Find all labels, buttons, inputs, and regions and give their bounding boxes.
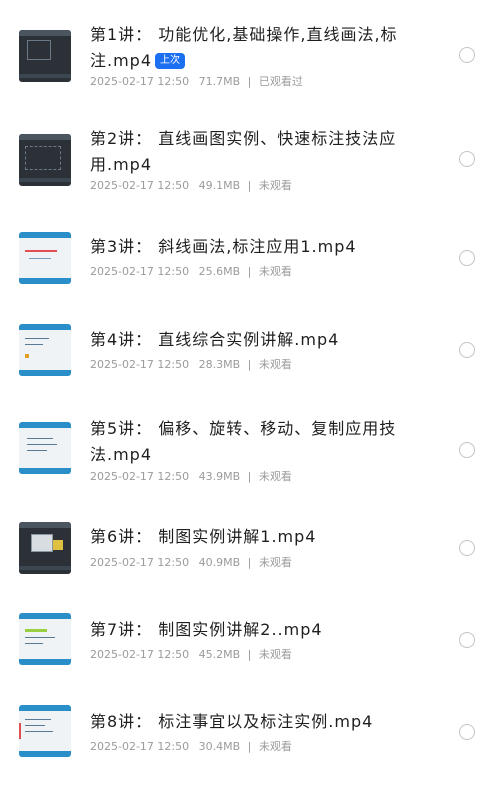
video-thumbnail[interactable] [19,134,71,186]
video-size: 25.6MB [198,265,241,278]
video-thumbnail[interactable] [19,324,71,376]
select-radio[interactable] [459,151,475,167]
watch-status: 未观看 [258,648,292,661]
watch-status: 未观看 [258,265,292,278]
video-thumbnail[interactable] [19,613,71,665]
video-meta: 2025-02-17 12:50 28.3MB | 未观看 [90,357,292,373]
video-size: 28.3MB [198,358,241,371]
video-title[interactable]: 第3讲： 斜线画法,标注应用1.mp4 [90,234,400,260]
video-date: 2025-02-17 12:50 [90,470,190,483]
video-thumbnail[interactable] [19,705,71,757]
watch-status: 未观看 [258,740,292,753]
watch-status: 未观看 [258,556,292,569]
meta-separator: | [247,740,252,753]
meta-separator: | [247,470,252,483]
video-meta: 2025-02-17 12:50 30.4MB | 未观看 [90,739,292,755]
video-size: 40.9MB [198,556,241,569]
select-radio[interactable] [459,250,475,266]
video-date: 2025-02-17 12:50 [90,265,190,278]
video-meta: 2025-02-17 12:50 25.6MB | 未观看 [90,264,292,280]
video-title-text: 第6讲： 制图实例讲解1.mp4 [90,527,317,546]
video-title-text: 第7讲： 制图实例讲解2..mp4 [90,620,323,639]
video-date: 2025-02-17 12:50 [90,740,190,753]
video-title-text: 第2讲： 直线画图实例、快速标注技法应用.mp4 [90,129,397,174]
select-radio[interactable] [459,632,475,648]
meta-separator: | [247,358,252,371]
video-size: 49.1MB [198,179,241,192]
select-radio[interactable] [459,47,475,63]
meta-separator: | [247,648,252,661]
last-watched-badge: 上次 [155,53,186,69]
meta-separator: | [247,179,252,192]
video-title[interactable]: 第8讲： 标注事宜以及标注实例.mp4 [90,709,400,735]
video-thumbnail[interactable] [19,422,71,474]
meta-separator: | [247,75,252,88]
video-title-text: 第1讲： 功能优化,基础操作,直线画法,标注.mp4 [90,25,398,70]
video-meta: 2025-02-17 12:50 71.7MB | 已观看过 [90,74,303,90]
video-size: 71.7MB [198,75,241,88]
video-thumbnail[interactable] [19,232,71,284]
video-date: 2025-02-17 12:50 [90,648,190,661]
video-thumbnail[interactable] [19,522,71,574]
video-size: 43.9MB [198,470,241,483]
select-radio[interactable] [459,540,475,556]
video-title-text: 第8讲： 标注事宜以及标注实例.mp4 [90,712,374,731]
video-title-text: 第5讲： 偏移、旋转、移动、复制应用技法.mp4 [90,419,397,464]
video-meta: 2025-02-17 12:50 43.9MB | 未观看 [90,469,292,485]
video-thumbnail[interactable] [19,30,71,82]
video-size: 45.2MB [198,648,241,661]
watch-status: 未观看 [258,179,292,192]
video-meta: 2025-02-17 12:50 45.2MB | 未观看 [90,647,292,663]
video-title[interactable]: 第6讲： 制图实例讲解1.mp4 [90,524,400,550]
watch-status: 未观看 [258,358,292,371]
video-date: 2025-02-17 12:50 [90,75,190,88]
video-title[interactable]: 第4讲： 直线综合实例讲解.mp4 [90,327,400,353]
watch-status: 已观看过 [258,75,303,88]
select-radio[interactable] [459,724,475,740]
video-title[interactable]: 第1讲： 功能优化,基础操作,直线画法,标注.mp4 上次 [90,22,400,74]
watch-status: 未观看 [258,470,292,483]
video-title-text: 第4讲： 直线综合实例讲解.mp4 [90,330,340,349]
video-date: 2025-02-17 12:50 [90,556,190,569]
video-title[interactable]: 第2讲： 直线画图实例、快速标注技法应用.mp4 [90,126,400,178]
select-radio[interactable] [459,342,475,358]
video-meta: 2025-02-17 12:50 40.9MB | 未观看 [90,555,292,571]
video-title[interactable]: 第5讲： 偏移、旋转、移动、复制应用技法.mp4 [90,416,400,468]
video-meta: 2025-02-17 12:50 49.1MB | 未观看 [90,178,292,194]
video-date: 2025-02-17 12:50 [90,179,190,192]
video-size: 30.4MB [198,740,241,753]
video-date: 2025-02-17 12:50 [90,358,190,371]
video-title-text: 第3讲： 斜线画法,标注应用1.mp4 [90,237,357,256]
select-radio[interactable] [459,442,475,458]
video-list: 第1讲： 功能优化,基础操作,直线画法,标注.mp4 上次 2025-02-17 … [0,0,504,800]
video-title[interactable]: 第7讲： 制图实例讲解2..mp4 [90,617,400,643]
meta-separator: | [247,556,252,569]
meta-separator: | [247,265,252,278]
